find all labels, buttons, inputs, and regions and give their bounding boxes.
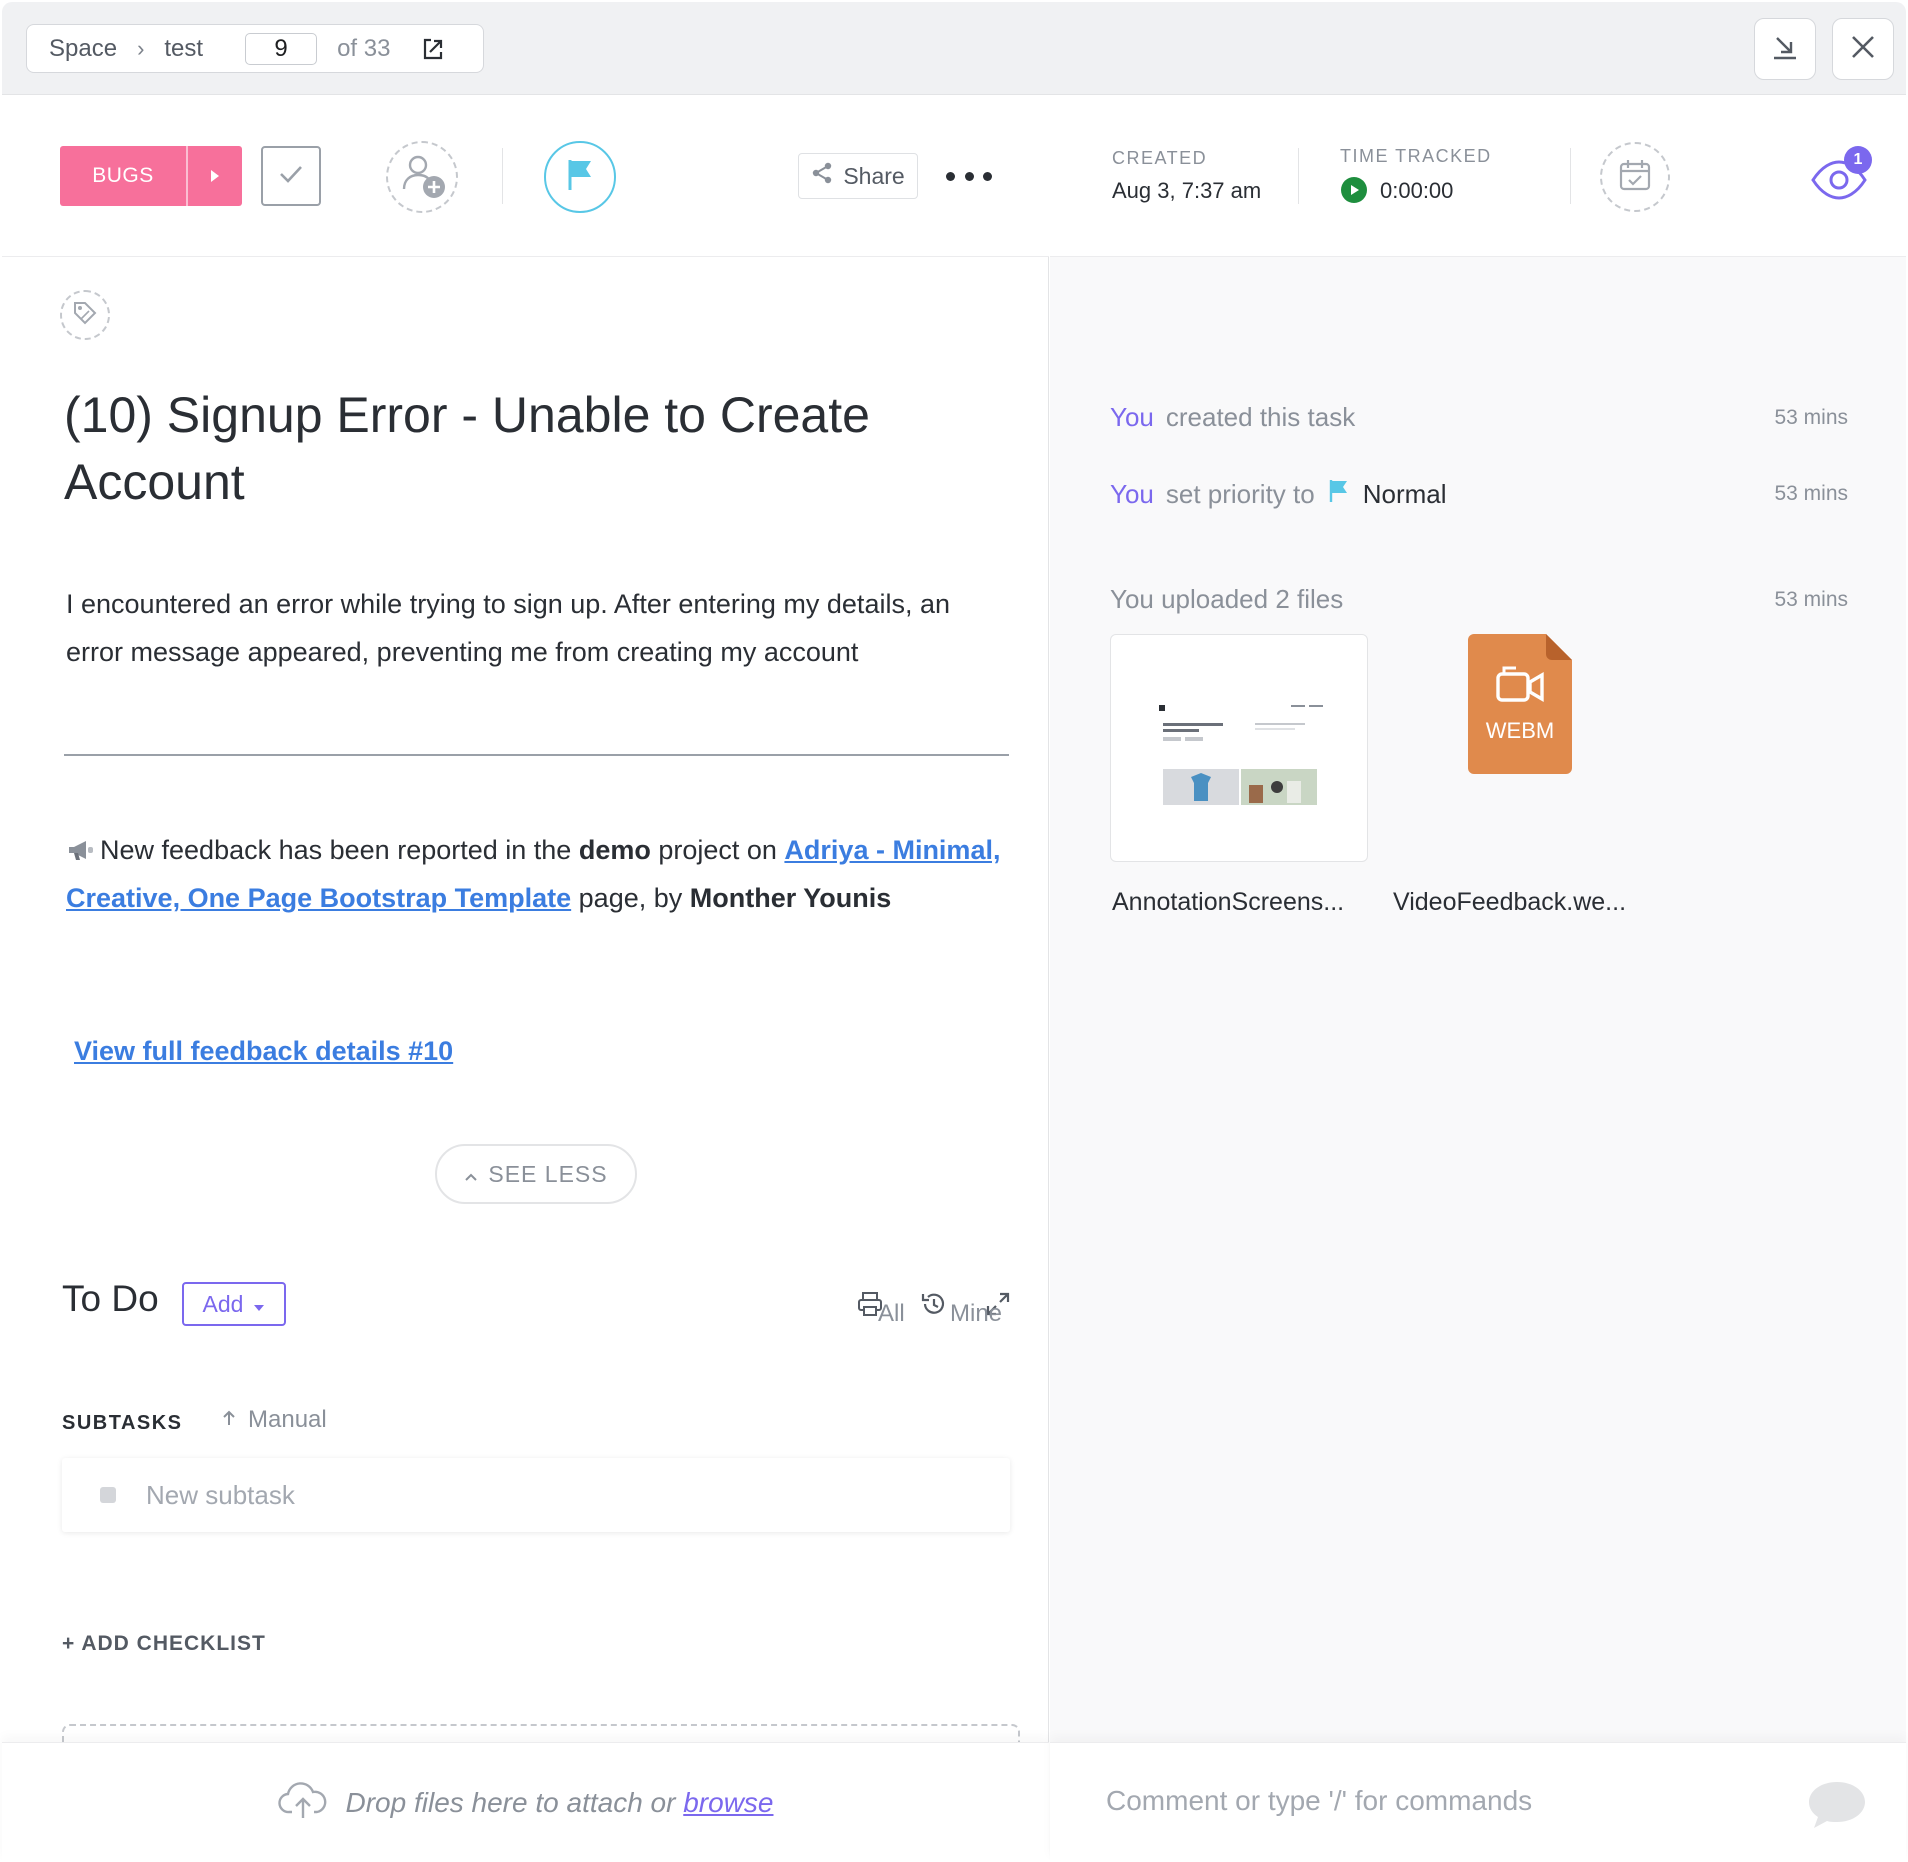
task-description[interactable]: I encountered an error while trying to s… — [66, 580, 1006, 676]
feedback-prefix: New feedback has been reported in the — [100, 835, 579, 865]
close-icon — [1850, 34, 1876, 65]
checkmark-icon — [278, 164, 304, 189]
add-assignee-icon — [394, 147, 450, 208]
activity-text: You uploaded 2 files — [1110, 584, 1344, 614]
megaphone-icon — [66, 828, 96, 860]
feedback-suffix: page, by — [571, 883, 690, 913]
add-assignee-button[interactable] — [386, 141, 458, 213]
sort-button[interactable]: Manual — [222, 1406, 327, 1434]
chevron-up-icon — [464, 1161, 478, 1188]
priority-value: Normal — [1362, 479, 1447, 509]
filter-mine[interactable]: Mine — [950, 1300, 1002, 1328]
divider — [1570, 148, 1571, 204]
play-icon[interactable] — [1340, 176, 1368, 209]
due-date-button[interactable] — [1600, 142, 1670, 212]
priority-button[interactable] — [544, 141, 616, 213]
share-label: Share — [843, 162, 905, 189]
add-checklist-button[interactable]: + ADD CHECKLIST — [62, 1632, 266, 1656]
created-label: CREATED — [1112, 148, 1208, 168]
subtask-status-icon — [100, 1487, 116, 1503]
arrow-up-icon — [222, 1406, 236, 1434]
activity-item: You set priority to Normal — [1110, 478, 1447, 511]
feedback-middle: project on — [650, 835, 785, 865]
exit-icon[interactable] — [420, 36, 446, 62]
filter-all[interactable]: All — [878, 1300, 905, 1328]
history-icon[interactable] — [918, 1288, 950, 1320]
breadcrumb: Space › test 9 of 33 — [26, 24, 484, 73]
flag-icon — [565, 158, 595, 197]
watchers-count-badge: 1 — [1844, 146, 1872, 174]
comment-input[interactable]: Comment or type '/' for commands — [1106, 1785, 1532, 1817]
close-button[interactable] — [1832, 18, 1894, 80]
top-bar: Space › test 9 of 33 — [2, 2, 1906, 95]
status-label: BUGS — [60, 146, 188, 206]
divider — [502, 148, 503, 204]
activity-time: 53 mins — [1774, 406, 1848, 429]
see-less-label: SEE LESS — [488, 1160, 608, 1187]
attachment-name[interactable]: VideoFeedback.we... — [1393, 888, 1626, 917]
feedback-project: demo — [578, 835, 651, 865]
browse-link[interactable]: browse — [683, 1787, 773, 1818]
activity-item: You created this task — [1110, 402, 1355, 433]
todo-heading: To Do — [62, 1278, 159, 1319]
caret-right-icon[interactable] — [188, 146, 242, 206]
minimize-button[interactable] — [1754, 18, 1816, 80]
activity-actor[interactable]: You — [1110, 402, 1154, 433]
task-index-input[interactable]: 9 — [245, 32, 318, 65]
new-subtask-input[interactable]: New subtask — [146, 1480, 295, 1511]
time-tracked-label: TIME TRACKED — [1340, 146, 1492, 166]
time-tracked-value[interactable]: 0:00:00 — [1380, 178, 1453, 204]
description-divider — [64, 754, 1009, 756]
activity-time: 53 mins — [1774, 588, 1848, 611]
chevron-right-icon: › — [137, 35, 145, 61]
cloud-upload-icon — [277, 1780, 328, 1825]
webm-file-type: WEBM — [1486, 718, 1554, 743]
caret-down-icon — [253, 1291, 265, 1318]
attachment-dropzone[interactable]: Drop files here to attach or browse — [2, 1742, 1049, 1862]
activity-text: created this task — [1165, 402, 1356, 432]
new-subtask-row[interactable]: New subtask — [62, 1458, 1010, 1532]
breadcrumb-space[interactable]: Space — [49, 35, 117, 63]
drop-text: Drop files here to attach or browse — [346, 1787, 774, 1819]
share-icon — [811, 162, 833, 190]
task-title[interactable]: (10) Signup Error - Unable to Create Acc… — [64, 382, 924, 516]
add-tag-button[interactable] — [60, 290, 110, 340]
sort-label: Manual — [248, 1406, 327, 1433]
divider — [1298, 148, 1299, 204]
add-label: Add — [202, 1290, 244, 1317]
share-button[interactable]: Share — [798, 153, 918, 199]
attachment-webm-file[interactable]: WEBM — [1468, 634, 1572, 774]
comment-bubble-icon[interactable] — [1806, 1779, 1868, 1831]
see-less-button[interactable]: SEE LESS — [435, 1144, 637, 1204]
subtasks-heading: SUBTASKS — [62, 1412, 183, 1434]
comment-box[interactable]: Comment or type '/' for commands — [1050, 1742, 1906, 1862]
drop-label: Drop files here to attach or — [345, 1786, 684, 1818]
calendar-icon — [1617, 157, 1653, 198]
activity-item: You uploaded 2 files — [1110, 584, 1343, 615]
status-button[interactable]: BUGS — [60, 146, 242, 206]
activity-actor[interactable]: You — [1110, 479, 1154, 510]
add-dropdown-button[interactable]: Add — [182, 1282, 286, 1326]
activity-panel: CREATED Aug 3, 7:37 am TIME TRACKED 0:00… — [1050, 96, 1906, 1862]
flag-icon — [1327, 478, 1351, 511]
feedback-author: Monther Younis — [689, 883, 892, 913]
task-total: of 33 — [337, 34, 391, 62]
task-main-panel: BUGS Share (10) Signup Error - Unable to… — [2, 96, 1049, 1862]
attachment-image-thumbnail[interactable] — [1110, 634, 1368, 862]
activity-text: set priority to — [1165, 479, 1315, 509]
watchers-button[interactable]: 1 — [1810, 146, 1874, 206]
created-value[interactable]: Aug 3, 7:37 am — [1112, 178, 1261, 204]
complete-checkbox[interactable] — [261, 146, 321, 206]
task-meta-bar: CREATED Aug 3, 7:37 am TIME TRACKED 0:00… — [1050, 96, 1906, 257]
feedback-paragraph: New feedback has been reported in the de… — [66, 826, 1011, 922]
tag-icon — [71, 299, 99, 332]
minimize-icon — [1770, 32, 1800, 67]
breadcrumb-list[interactable]: test — [164, 35, 203, 63]
more-icon[interactable] — [946, 162, 992, 190]
view-feedback-link[interactable]: View full feedback details #10 — [74, 1036, 453, 1067]
activity-time: 53 mins — [1774, 482, 1848, 505]
attachment-name[interactable]: AnnotationScreens... — [1112, 888, 1344, 917]
task-toolbar: BUGS Share — [2, 96, 1049, 257]
